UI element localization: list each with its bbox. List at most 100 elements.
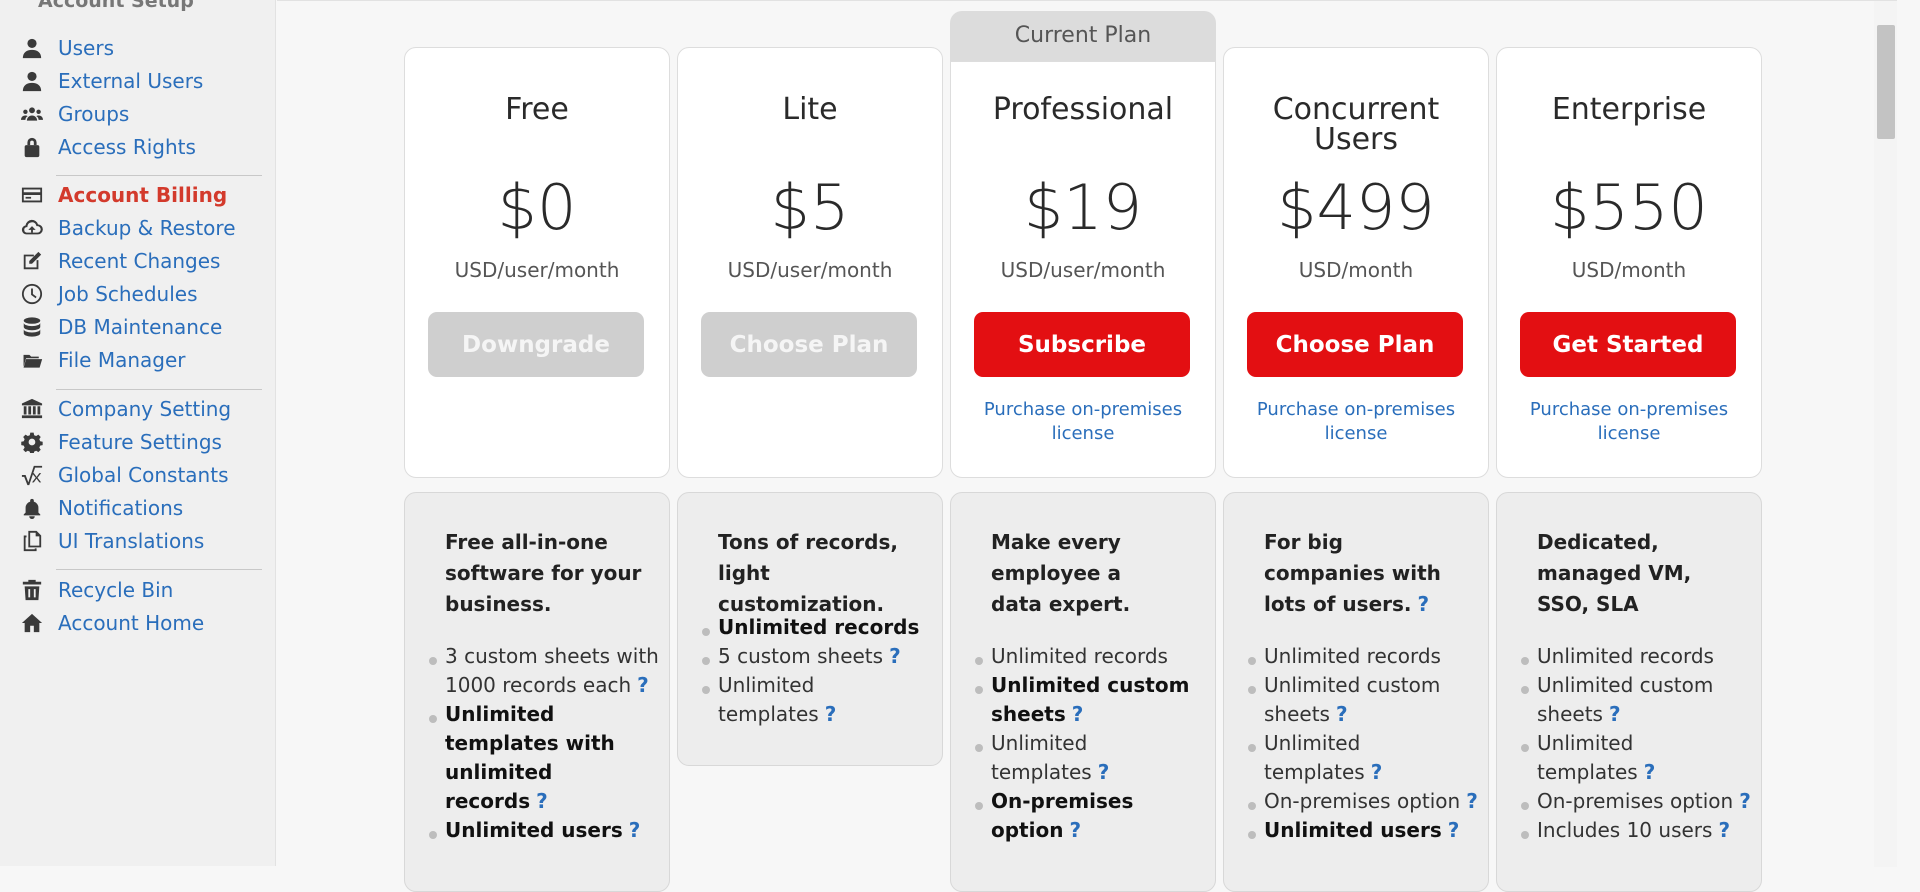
scrollbar[interactable] [1874, 1, 1897, 867]
plan-card-free: Free $0 USD/user/month Downgrade [404, 47, 670, 478]
feature-item: Unlimited templates? [975, 729, 1205, 787]
credit-card-icon [18, 183, 46, 207]
sidebar-divider [56, 389, 262, 390]
sidebar-item-label: External Users [58, 69, 204, 93]
features-concurrent-users: For big companies with lots of users.? U… [1223, 492, 1489, 892]
help-icon[interactable]: ? [889, 644, 901, 668]
plan-unit: USD/month [1571, 258, 1687, 282]
plan-tagline: For big companies with lots of users.? [1264, 530, 1441, 616]
feature-item: Includes 10 users? [1521, 816, 1751, 845]
feature-list: 3 custom sheets with 1000 records each? … [429, 642, 659, 845]
square-root-icon [18, 463, 46, 487]
help-icon[interactable]: ? [637, 673, 649, 697]
feature-item: Unlimited templates? [1248, 729, 1478, 787]
sidebar-item-external-users[interactable]: External Users [18, 66, 203, 96]
plan-name: Professional [992, 92, 1174, 127]
feature-item: Unlimited custom sheets? [1521, 671, 1751, 729]
purchase-license-link[interactable]: Purchase on-premises license [1224, 398, 1488, 446]
sidebar-item-label: Feature Settings [58, 430, 222, 454]
scrollbar-thumb[interactable] [1877, 25, 1895, 139]
sidebar-item-file-manager[interactable]: File Manager [18, 345, 186, 375]
sidebar-item-label: Global Constants [58, 463, 229, 487]
help-icon[interactable]: ? [1336, 702, 1348, 726]
help-icon[interactable]: ? [1418, 592, 1430, 616]
downgrade-button[interactable]: Downgrade [428, 312, 644, 377]
help-icon[interactable]: ? [629, 818, 641, 842]
sidebar-item-label: DB Maintenance [58, 315, 223, 339]
help-icon[interactable]: ? [1739, 789, 1751, 813]
gear-icon [18, 430, 46, 454]
database-icon [18, 315, 46, 339]
user-icon [18, 69, 46, 93]
feature-item: Unlimited templates with unlimited recor… [429, 700, 659, 816]
sidebar-item-backup-restore[interactable]: Backup & Restore [18, 213, 236, 243]
feature-list: Unlimited records Unlimited custom sheet… [1521, 642, 1751, 845]
help-icon[interactable]: ? [825, 702, 837, 726]
help-icon[interactable]: ? [1609, 702, 1621, 726]
sidebar-heading: Account Setup [38, 0, 194, 12]
clock-icon [18, 282, 46, 306]
feature-item: 5 custom sheets? [702, 642, 932, 671]
help-icon[interactable]: ? [1466, 789, 1478, 813]
sidebar-item-recycle-bin[interactable]: Recycle Bin [18, 575, 173, 605]
purchase-license-link[interactable]: Purchase on-premises license [951, 398, 1215, 446]
sidebar-item-label: Account Billing [58, 183, 228, 207]
sidebar-item-label: UI Translations [58, 529, 205, 553]
get-started-button[interactable]: Get Started [1520, 312, 1736, 377]
help-icon[interactable]: ? [1098, 760, 1110, 784]
plan-unit: USD/user/month [454, 258, 620, 282]
help-icon[interactable]: ? [1371, 760, 1383, 784]
sidebar-item-notifications[interactable]: Notifications [18, 493, 183, 523]
sidebar-item-company-setting[interactable]: Company Setting [18, 394, 231, 424]
plan-name: Enterprise [1551, 92, 1707, 127]
feature-item: Unlimited templates? [1521, 729, 1751, 787]
feature-item: On-premises option? [1521, 787, 1751, 816]
plan-card-lite: Lite $5 USD/user/month Choose Plan [677, 47, 943, 478]
help-icon[interactable]: ? [1718, 818, 1730, 842]
sidebar-item-groups[interactable]: Groups [18, 99, 129, 129]
feature-item: Unlimited users? [1248, 816, 1478, 845]
plan-name: Lite [782, 92, 838, 127]
plan-card-professional: Professional $19 USD/user/month Subscrib… [950, 61, 1216, 478]
help-icon[interactable]: ? [1448, 818, 1460, 842]
sidebar-item-global-constants[interactable]: Global Constants [18, 460, 229, 490]
feature-item: On-premises option? [975, 787, 1205, 845]
help-icon[interactable]: ? [1644, 760, 1656, 784]
feature-item: On-premises option? [1248, 787, 1478, 816]
plan-unit: USD/month [1298, 258, 1414, 282]
plan-price: $550 [1550, 171, 1708, 244]
help-icon[interactable]: ? [1069, 818, 1081, 842]
plan-unit: USD/user/month [1000, 258, 1166, 282]
feature-item: Unlimited records [702, 613, 932, 642]
feature-item: Unlimited records [975, 642, 1205, 671]
help-icon[interactable]: ? [536, 789, 548, 813]
sidebar: Account Setup Users External Users Group… [0, 0, 276, 866]
choose-plan-button[interactable]: Choose Plan [1247, 312, 1463, 377]
sidebar-item-account-billing[interactable]: Account Billing [18, 180, 227, 210]
sidebar-item-feature-settings[interactable]: Feature Settings [18, 427, 222, 457]
plan-tagline: Dedicated, managed VM, SSO, SLA [1537, 530, 1692, 616]
plan-tagline: Make every employee a data expert. [991, 530, 1131, 616]
sidebar-item-users[interactable]: Users [18, 33, 114, 63]
trash-icon [18, 578, 46, 602]
sidebar-item-access-rights[interactable]: Access Rights [18, 132, 196, 162]
bell-icon [18, 496, 46, 520]
sidebar-item-db-maintenance[interactable]: DB Maintenance [18, 312, 222, 342]
sidebar-item-recent-changes[interactable]: Recent Changes [18, 246, 220, 276]
feature-list: Unlimited records 5 custom sheets? Unlim… [702, 613, 932, 729]
sidebar-item-account-home[interactable]: Account Home [18, 608, 204, 638]
help-icon[interactable]: ? [1072, 702, 1084, 726]
sidebar-item-label: Users [58, 36, 115, 60]
choose-plan-button[interactable]: Choose Plan [701, 312, 917, 377]
sidebar-item-job-schedules[interactable]: Job Schedules [18, 279, 198, 309]
current-plan-tab: Current Plan [950, 11, 1216, 61]
feature-list: Unlimited records Unlimited custom sheet… [1248, 642, 1478, 845]
sidebar-item-label: File Manager [58, 348, 186, 372]
sidebar-item-ui-translations[interactable]: UI Translations [18, 526, 204, 556]
sidebar-item-label: Access Rights [58, 135, 196, 159]
edit-icon [18, 249, 46, 273]
purchase-license-link[interactable]: Purchase on-premises license [1497, 398, 1761, 446]
cloud-upload-icon [18, 216, 46, 240]
feature-item: Unlimited templates? [702, 671, 932, 729]
subscribe-button[interactable]: Subscribe [974, 312, 1190, 377]
